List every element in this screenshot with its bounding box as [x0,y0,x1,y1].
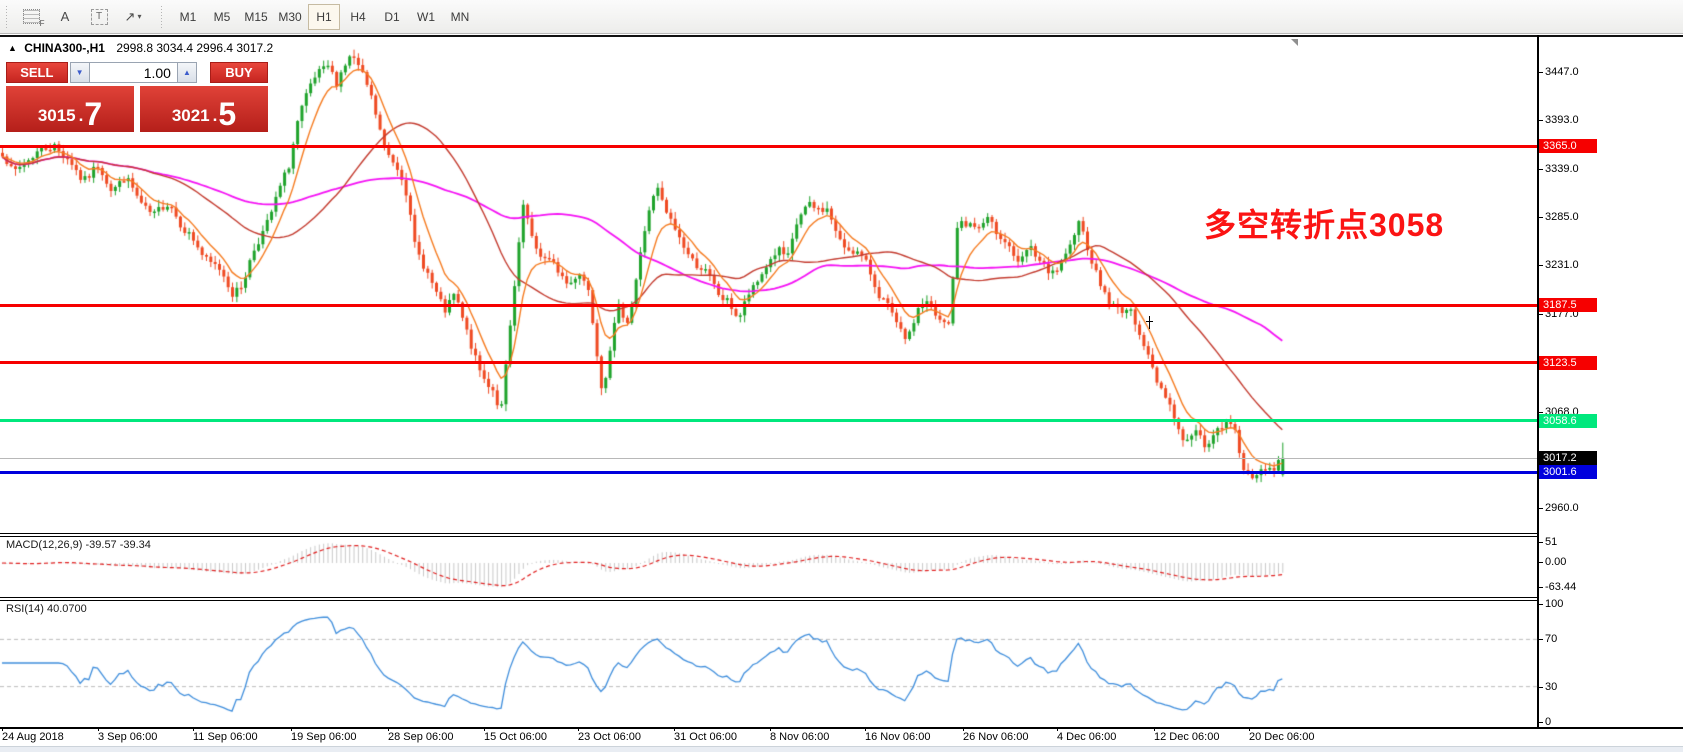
buy-price-big-digit: 5 [218,96,237,132]
price-badge-3365.0: 3365.0 [1539,139,1597,154]
time-label: 15 Oct 06:00 [484,731,547,743]
sell-price-dot: . [78,106,84,125]
horizontal-line-3365[interactable] [0,144,1537,148]
trading-app-window: FAT↗▾ M1M5M15M30H1H4D1W1MN ▲ CHINA300-,H… [0,0,1683,752]
buy-button[interactable]: BUY [210,62,269,83]
price-tick-3285.0: 3285.0 [1538,211,1579,223]
price-tick-3447.0: 3447.0 [1538,66,1579,78]
chart-text-annotation[interactable]: 多空转折点3058 [1204,200,1444,246]
chart-shift-marker[interactable] [1291,39,1298,46]
trade-panel-collapse-icon[interactable]: ▲ [8,43,17,53]
price-badge-3001.6: 3001.6 [1539,465,1597,479]
rsi-axis-0: 0 [1538,716,1551,728]
horizontal-line-3187.5[interactable] [0,303,1537,307]
time-label: 19 Sep 06:00 [291,731,357,743]
sell-price-display[interactable]: 3015 . 7 [6,86,134,132]
sell-button[interactable]: SELL [6,62,68,83]
time-label: 28 Sep 06:00 [388,731,454,743]
current-price-line [0,458,1537,459]
price-badge-3123.5: 3123.5 [1539,355,1597,370]
price-tick-3339.0: 3339.0 [1538,163,1579,175]
time-label: 23 Oct 06:00 [578,731,641,743]
buy-price-dot: . [212,106,218,125]
time-label: 16 Nov 06:00 [865,731,931,743]
macd-axis-0.00: 0.00 [1538,556,1566,568]
price-badge-3058.6: 3058.6 [1539,413,1597,428]
time-label: 8 Nov 06:00 [770,731,830,743]
one-click-trade-panel: SELL ▼ 1.00 ▲ BUY 3015 . 7 3021 . 5 [6,62,269,132]
chart-symbol-header: ▲ CHINA300-,H1 2998.8 3034.4 2996.4 3017… [8,41,273,55]
horizontal-line-3058.6[interactable] [0,419,1537,423]
time-label: 11 Sep 06:00 [193,731,258,743]
time-label: 12 Dec 06:00 [1154,731,1220,743]
time-label: 20 Dec 06:00 [1249,731,1315,743]
macd-axis-51: 51 [1538,536,1557,548]
time-label: 26 Nov 06:00 [963,731,1029,743]
buy-price-display[interactable]: 3021 . 5 [140,86,268,132]
time-label: 31 Oct 06:00 [674,731,737,743]
macd-axis--63.44: -63.44 [1538,581,1576,593]
time-axis[interactable]: 24 Aug 2018 3 Sep 06:00 11 Sep 06:00 19 … [0,727,1683,746]
symbol-label: CHINA300-,H1 [24,41,105,55]
horizontal-line-3001.6[interactable] [0,470,1537,474]
price-tick-2960.0: 2960.0 [1538,502,1579,514]
price-badge-3017.2: 3017.2 [1539,451,1597,465]
volume-input[interactable]: 1.00 [89,62,177,83]
sell-price-big-digit: 7 [84,96,103,132]
crosshair-cursor-horizontal [1146,321,1153,322]
rsi-axis-30: 30 [1538,681,1557,693]
ohlc-readout: 2998.8 3034.4 2996.4 3017.2 [116,41,274,55]
macd-label: MACD(12,26,9) -39.57 -39.34 [6,539,151,551]
crosshair-cursor-vertical [1149,316,1150,329]
price-tick-3231.0: 3231.0 [1538,259,1579,271]
volume-decrement-button[interactable]: ▼ [69,62,90,83]
time-label: 4 Dec 06:00 [1057,731,1117,743]
rsi-axis-70: 70 [1538,633,1557,645]
rsi-label: RSI(14) 40.0700 [6,603,87,615]
buy-price-main: 3021 [171,106,210,125]
price-tick-3393.0: 3393.0 [1538,114,1579,126]
horizontal-line-3123.5[interactable] [0,361,1537,365]
time-label: 3 Sep 06:00 [98,731,158,743]
volume-increment-button[interactable]: ▲ [176,62,198,83]
time-label: 24 Aug 2018 [2,731,64,743]
price-badge-3187.5: 3187.5 [1539,298,1597,313]
sell-price-main: 3015 [37,106,76,125]
rsi-axis-100: 100 [1538,598,1563,610]
